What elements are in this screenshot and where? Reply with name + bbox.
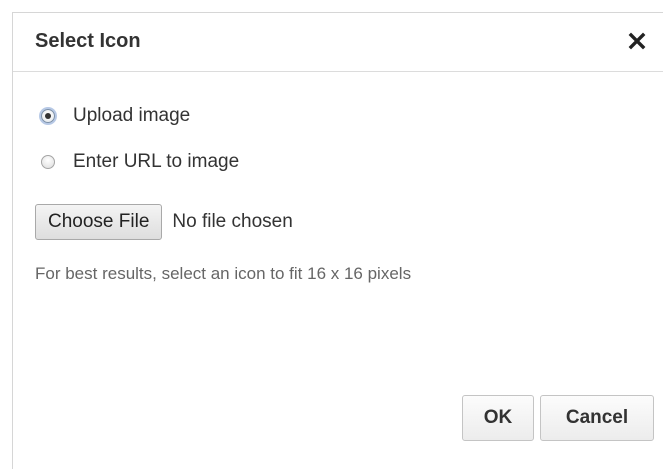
option-enter-url[interactable]: Enter URL to image [41,150,239,174]
option-upload-image[interactable]: Upload image [41,104,190,128]
upload-image-radio[interactable] [41,109,55,123]
file-input: Choose File No file chosen [35,203,293,241]
cancel-button[interactable]: Cancel [540,395,654,441]
size-hint: For best results, select an icon to fit … [35,264,412,283]
enter-url-radio[interactable] [41,155,55,169]
file-status-text: No file chosen [172,211,293,232]
ok-button[interactable]: OK [462,395,534,441]
choose-file-button[interactable]: Choose File [35,204,163,240]
close-icon[interactable] [625,29,649,53]
enter-url-label[interactable]: Enter URL to image [73,150,239,174]
dialog-title: Select Icon [35,30,141,52]
upload-image-label[interactable]: Upload image [73,104,190,128]
dialog-header: Select Icon [13,13,663,72]
select-icon-dialog: Select Icon Upload image Enter URL to im… [12,12,663,469]
close-icon-glyph [628,32,646,50]
